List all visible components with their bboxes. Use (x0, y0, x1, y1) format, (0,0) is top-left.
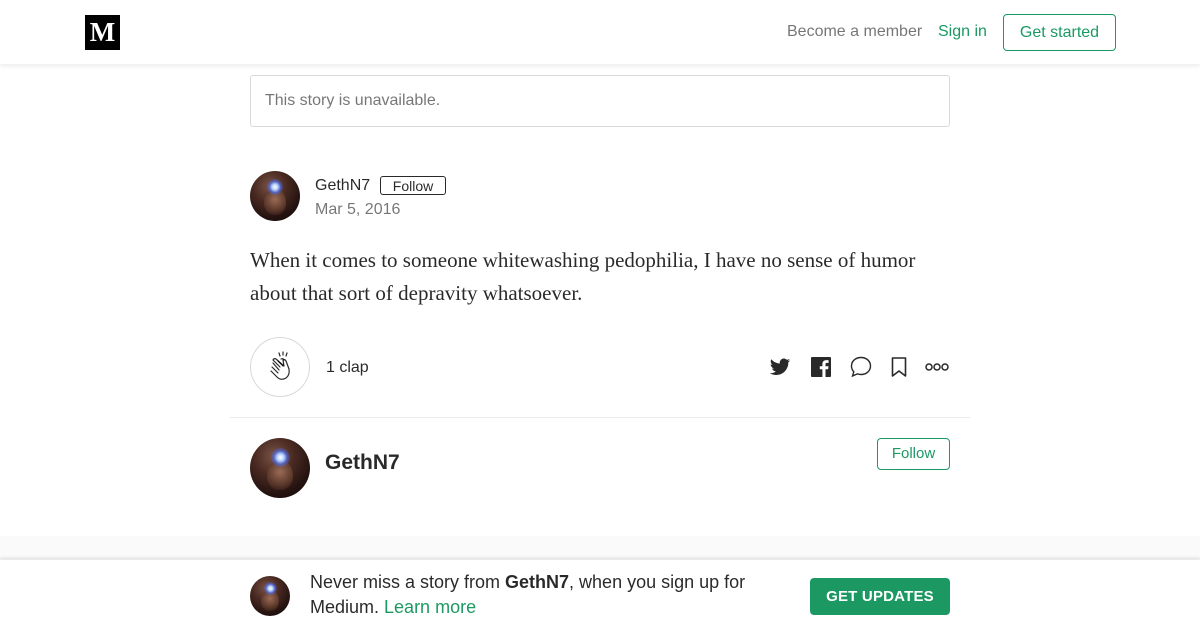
more-icon (925, 363, 949, 371)
avatar-glow (267, 179, 283, 195)
avatar-glow (264, 582, 277, 595)
banner-author: GethN7 (505, 572, 570, 592)
background-band (0, 536, 1200, 560)
section-divider (230, 417, 970, 418)
get-updates-button[interactable]: GET UPDATES (810, 578, 950, 615)
bookmark-button[interactable] (886, 354, 912, 380)
top-navigation-bar: M Become a member Sign in Get started (0, 0, 1200, 65)
medium-logo[interactable]: M (85, 15, 120, 50)
post-author-name[interactable]: GethN7 (315, 177, 370, 195)
signup-banner: Never miss a story from GethN7, when you… (0, 559, 1200, 630)
post-date[interactable]: Mar 5, 2016 (315, 201, 400, 219)
become-member-link[interactable]: Become a member (787, 23, 922, 41)
clap-icon (270, 351, 290, 380)
twitter-icon (769, 358, 791, 375)
facebook-share-button[interactable] (808, 354, 834, 380)
story-unavailable-notice: This story is unavailable. (250, 75, 950, 127)
clap-count: 1 clap (326, 359, 369, 376)
follow-author-button[interactable]: Follow (380, 176, 446, 195)
comment-button[interactable] (848, 354, 874, 380)
author-card-follow-button[interactable]: Follow (877, 438, 950, 470)
comment-icon (850, 356, 872, 378)
get-started-button[interactable]: Get started (1003, 14, 1116, 51)
banner-message: Never miss a story from GethN7, when you… (310, 570, 780, 620)
twitter-share-button[interactable] (767, 354, 793, 380)
bookmark-icon (891, 357, 907, 377)
clap-button[interactable] (250, 337, 310, 397)
more-options-button[interactable] (924, 354, 950, 380)
banner-avatar (250, 576, 290, 616)
sign-in-link[interactable]: Sign in (938, 23, 987, 41)
learn-more-link[interactable]: Learn more (384, 597, 476, 617)
author-avatar[interactable] (250, 171, 300, 221)
author-card-name[interactable]: GethN7 (325, 451, 400, 475)
post-body-text: When it comes to someone whitewashing pe… (250, 248, 916, 305)
avatar-glow (271, 448, 290, 467)
facebook-icon (811, 357, 831, 377)
banner-prefix: Never miss a story from (310, 572, 506, 592)
author-card-avatar[interactable] (250, 438, 310, 498)
